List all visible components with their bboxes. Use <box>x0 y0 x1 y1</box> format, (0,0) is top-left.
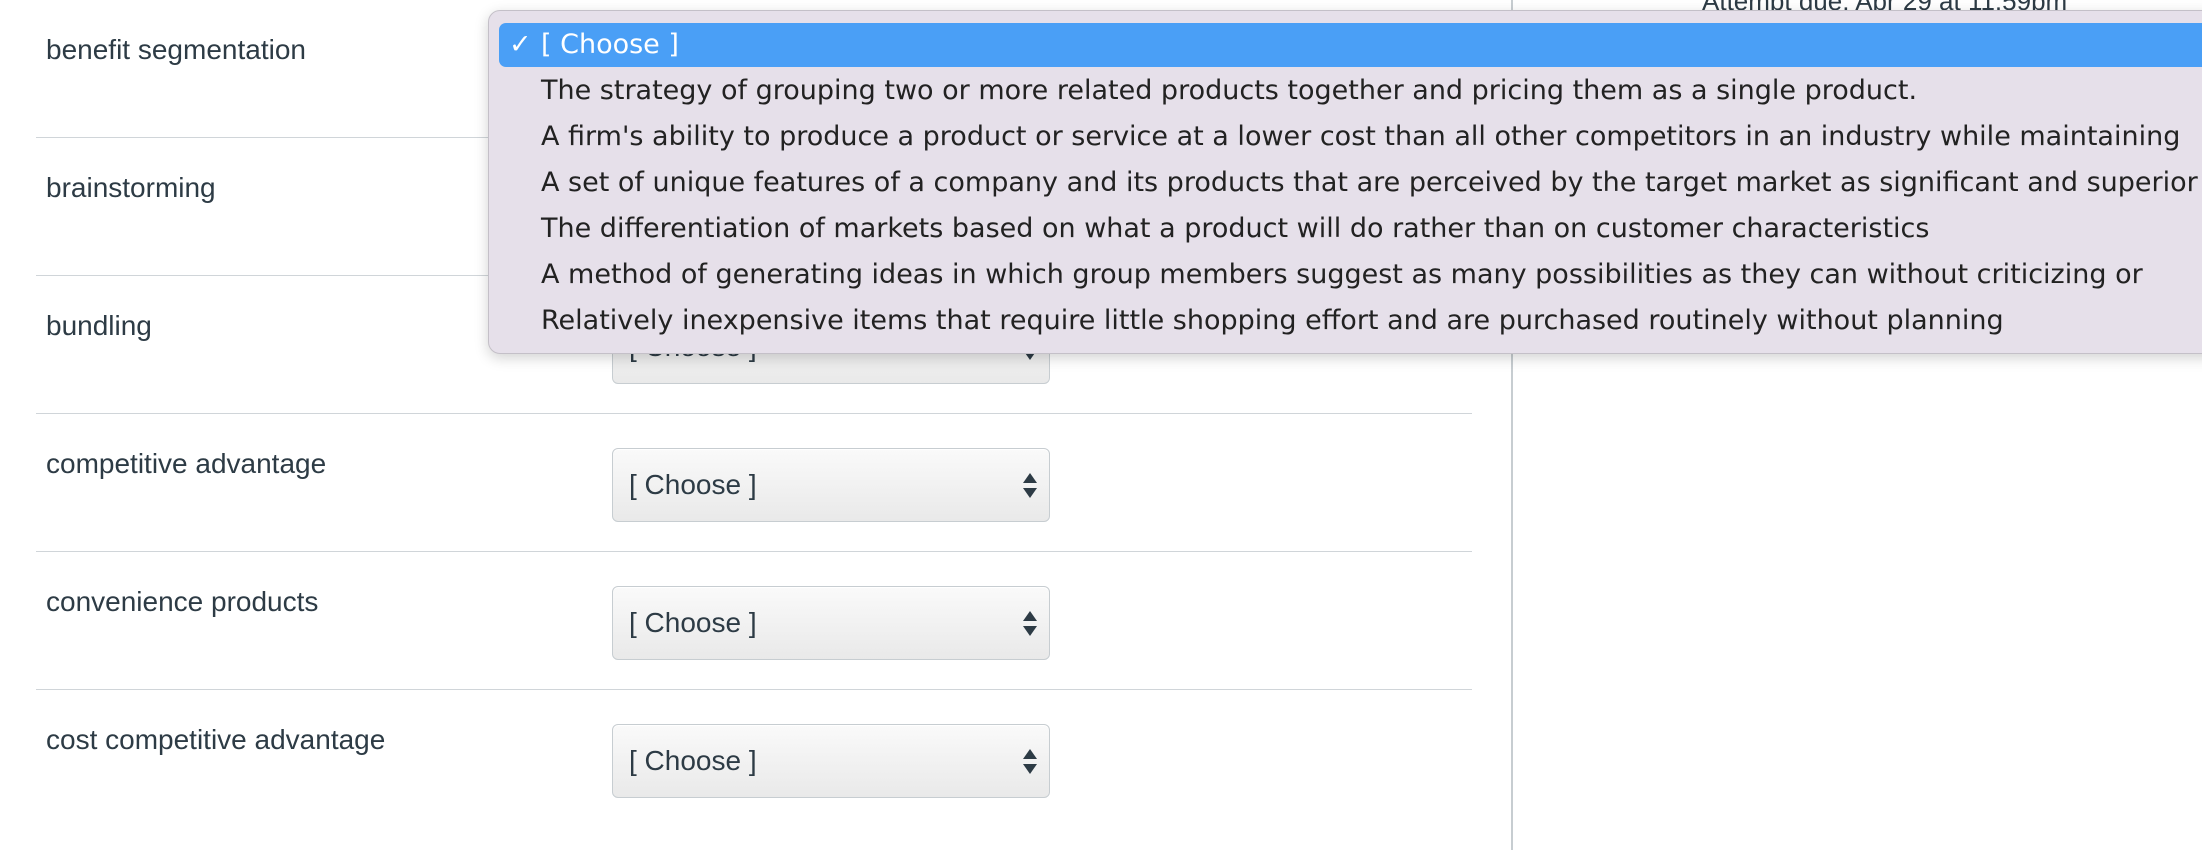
quiz-page: Attempt due: Apr 29 at 11:59pm benefit s… <box>0 0 2202 850</box>
question-term: brainstorming <box>46 172 216 203</box>
question-term: benefit segmentation <box>46 34 306 65</box>
question-term: bundling <box>46 310 152 341</box>
answer-select-value: [ Choose ] <box>629 745 757 776</box>
dropdown-option[interactable]: A method of generating ideas in which gr… <box>489 253 2202 297</box>
answer-select-value: [ Choose ] <box>629 469 757 500</box>
dropdown-option[interactable]: The strategy of grouping two or more rel… <box>489 69 2202 113</box>
question-row: competitive advantage [ Choose ] <box>36 414 1472 552</box>
checkmark-icon: ✓ <box>509 29 532 60</box>
question-term: convenience products <box>46 586 319 617</box>
select-arrows-icon <box>1023 747 1037 777</box>
dropdown-option[interactable]: A set of unique features of a company an… <box>489 161 2202 205</box>
answer-dropdown-menu: ✓ [ Choose ] The strategy of grouping tw… <box>488 10 2202 354</box>
question-term: cost competitive advantage <box>46 724 386 755</box>
dropdown-option-selected[interactable]: ✓ [ Choose ] <box>499 23 2202 67</box>
select-arrows-icon <box>1023 471 1037 501</box>
dropdown-option-label: [ Choose ] <box>541 29 679 60</box>
select-arrows-icon <box>1023 609 1037 639</box>
answer-select[interactable]: [ Choose ] <box>612 586 1050 660</box>
dropdown-option[interactable]: The differentiation of markets based on … <box>489 207 2202 251</box>
answer-select[interactable]: [ Choose ] <box>612 448 1050 522</box>
dropdown-option[interactable]: A firm's ability to produce a product or… <box>489 115 2202 159</box>
question-row: cost competitive advantage [ Choose ] <box>36 690 1472 828</box>
answer-select-value: [ Choose ] <box>629 607 757 638</box>
dropdown-option[interactable]: Relatively inexpensive items that requir… <box>489 299 2202 343</box>
question-term: competitive advantage <box>46 448 327 479</box>
answer-select[interactable]: [ Choose ] <box>612 724 1050 798</box>
question-row: convenience products [ Choose ] <box>36 552 1472 690</box>
